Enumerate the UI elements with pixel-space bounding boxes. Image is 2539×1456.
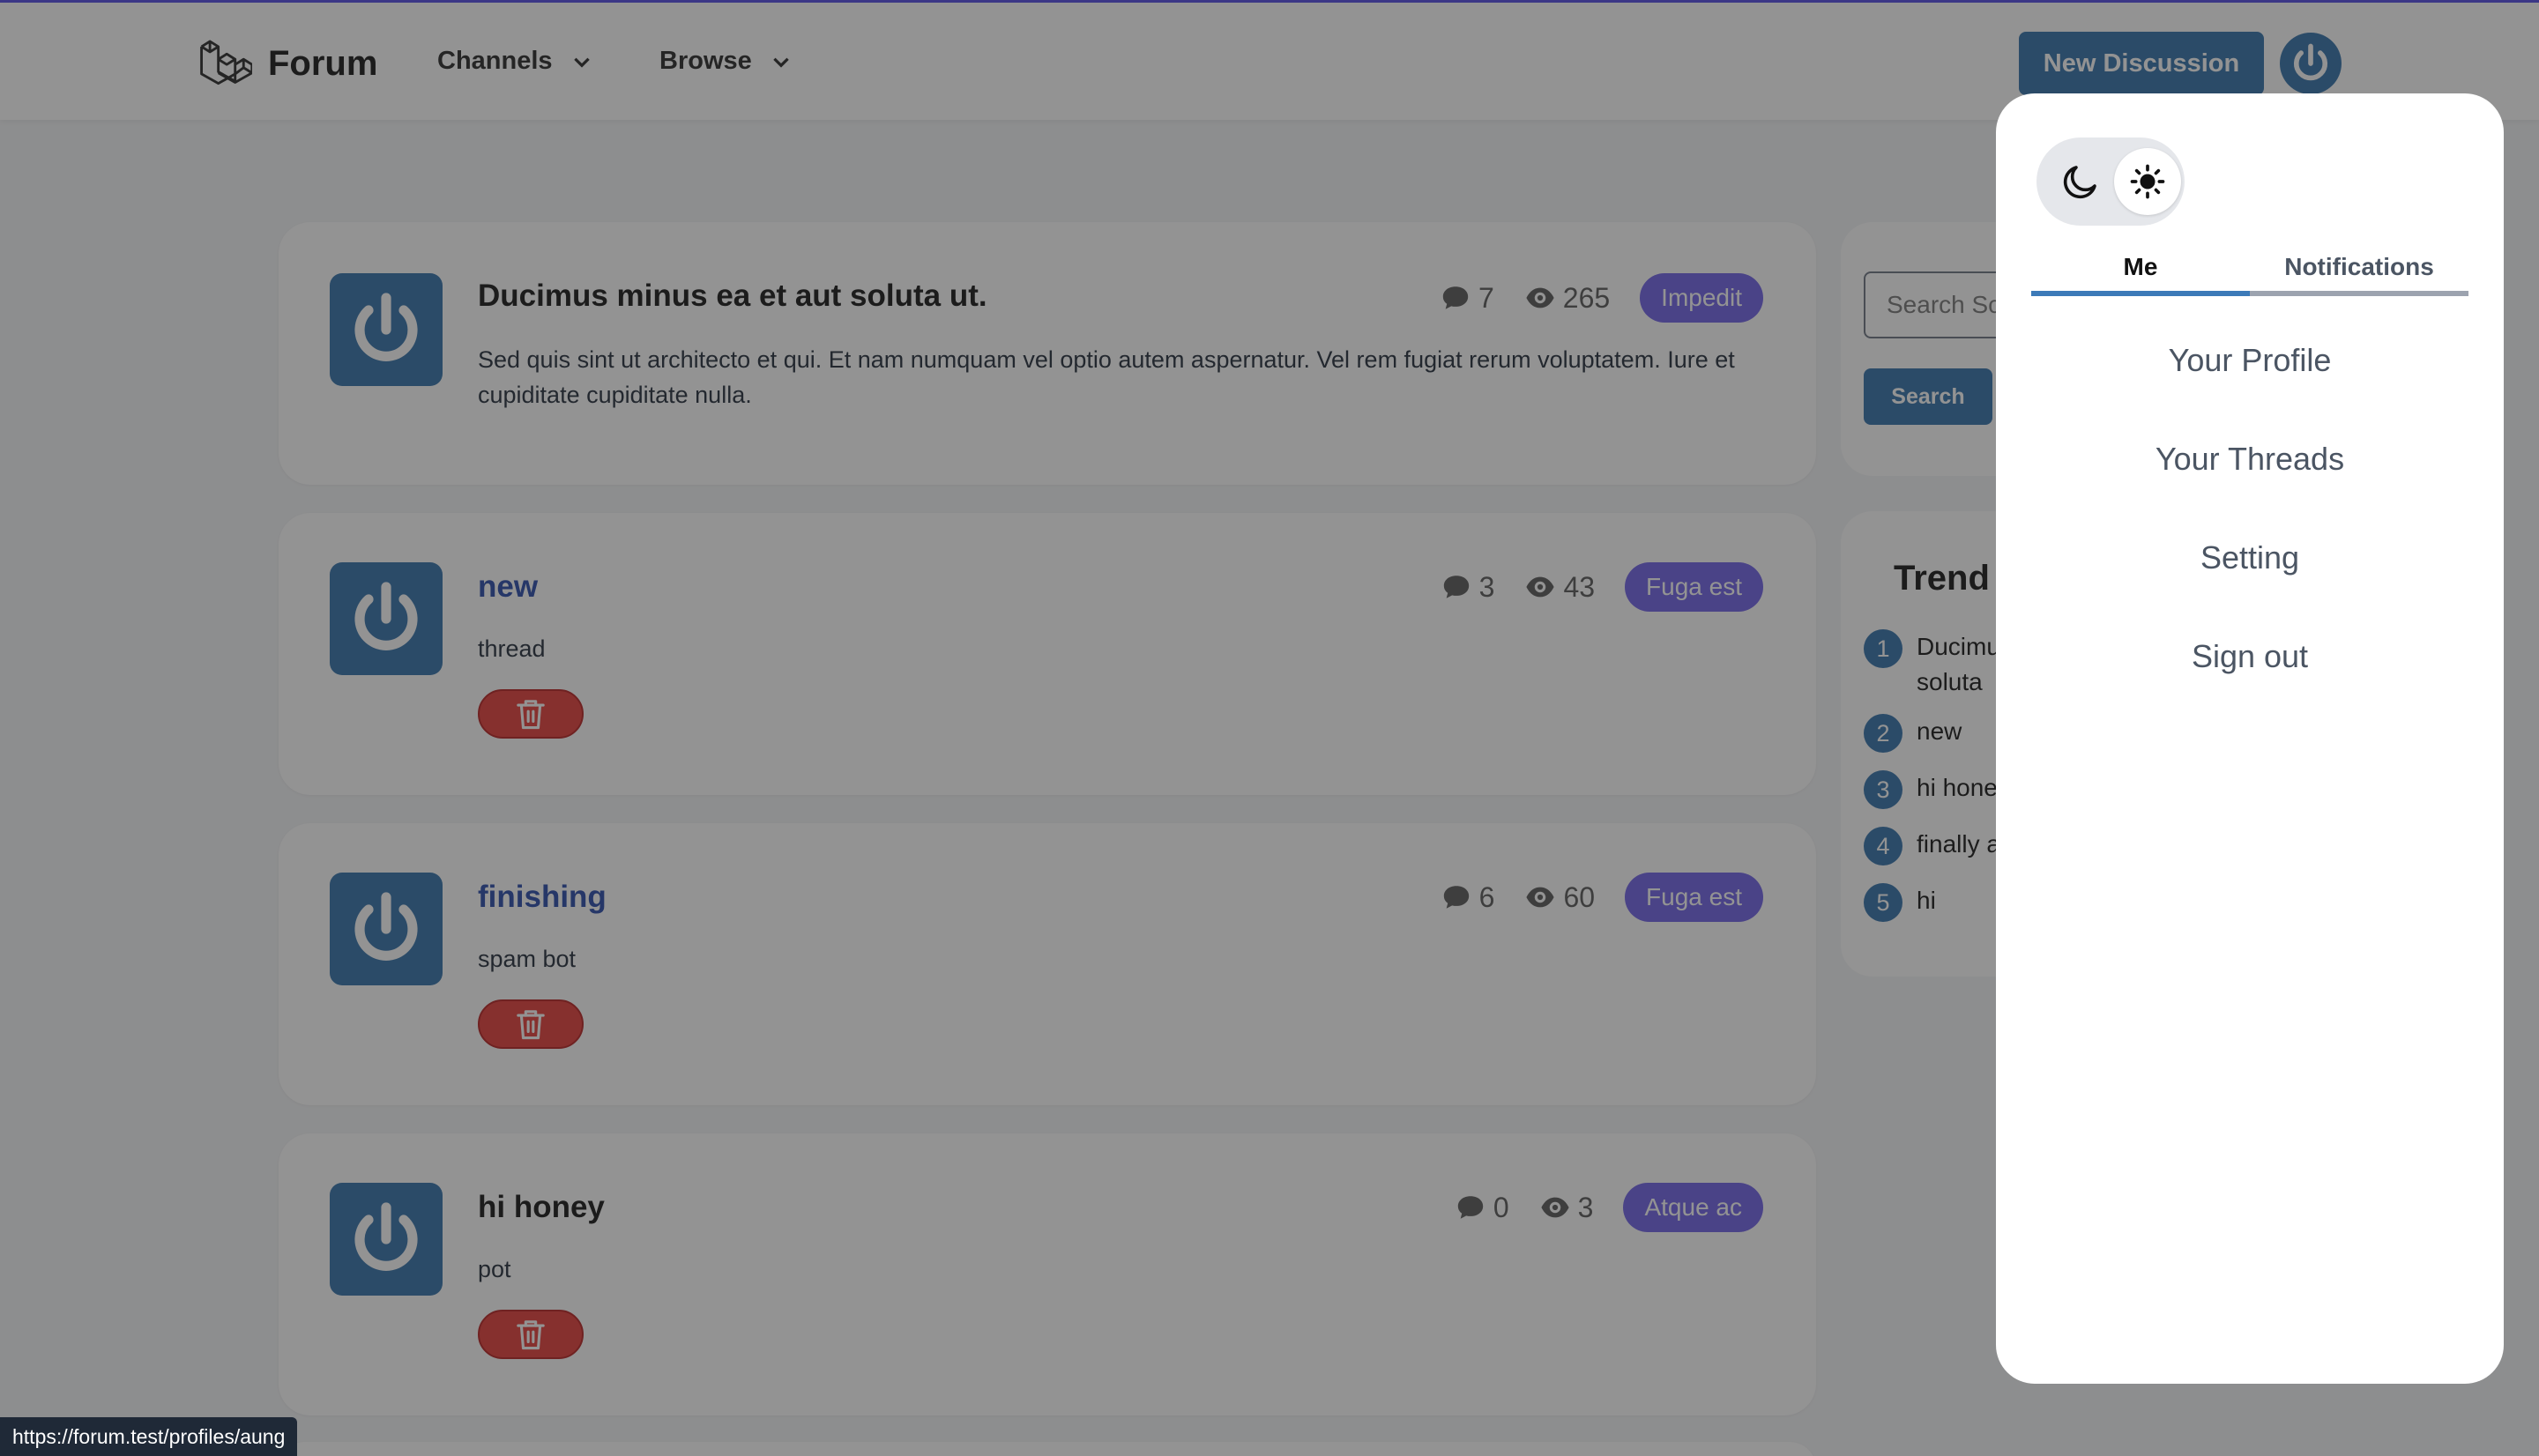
user-menu-dropdown: Me Notifications Your Profile Your Threa… [1996, 93, 2504, 1384]
dropdown-tabs: Me Notifications [2031, 238, 2468, 301]
tab-me[interactable]: Me [2031, 238, 2250, 296]
link-preview-url: https://forum.test/profiles/aung [0, 1417, 298, 1456]
moon-icon[interactable] [2047, 148, 2114, 215]
menu-item-sign-out[interactable]: Sign out [1996, 638, 2504, 675]
tab-active-indicator [2031, 291, 2250, 296]
menu-item-your-threads[interactable]: Your Threads [1996, 441, 2504, 478]
sun-icon[interactable] [2114, 148, 2181, 215]
menu-item-setting[interactable]: Setting [1996, 539, 2504, 576]
tab-notifications[interactable]: Notifications [2250, 238, 2468, 296]
theme-toggle[interactable] [2036, 137, 2185, 226]
menu-item-your-profile[interactable]: Your Profile [1996, 342, 2504, 379]
